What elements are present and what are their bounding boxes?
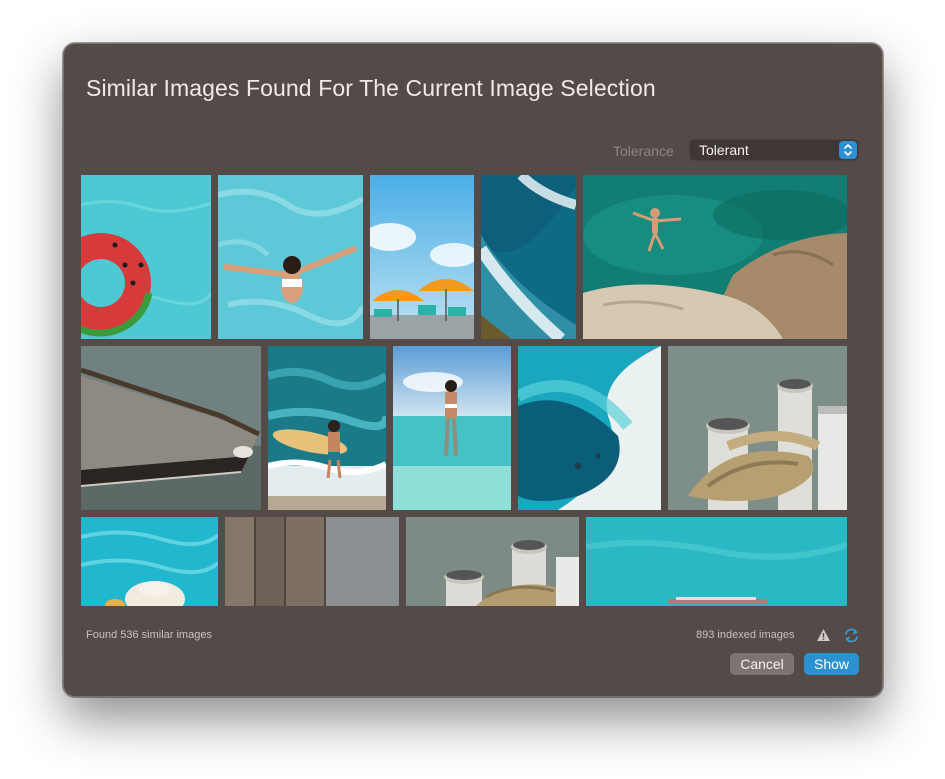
thumbnail-cliff-jumper[interactable] xyxy=(583,175,847,339)
thumbnail-surfer-with-board[interactable] xyxy=(268,346,386,510)
tolerance-select[interactable]: Tolerant xyxy=(689,139,859,161)
results-grid xyxy=(81,175,847,606)
thumbnail-bollard-rope[interactable] xyxy=(668,346,847,510)
thumbnail-aerial-waves[interactable] xyxy=(481,175,576,339)
indexed-count-text: 893 indexed images xyxy=(696,629,795,641)
tolerance-label: Tolerance xyxy=(613,143,674,159)
dialog-title: Similar Images Found For The Current Ima… xyxy=(86,75,656,101)
show-button[interactable]: Show xyxy=(804,653,859,675)
thumbnail-swim-ring-water[interactable] xyxy=(81,175,211,339)
tolerance-value: Tolerant xyxy=(699,142,749,158)
thumbnail-bollard-rope-2[interactable] xyxy=(406,517,579,606)
chevron-updown-icon xyxy=(839,141,857,159)
thumbnail-woman-in-sea[interactable] xyxy=(393,346,511,510)
thumbnail-turquoise-water-boat[interactable] xyxy=(586,517,847,606)
similar-images-dialog: Similar Images Found For The Current Ima… xyxy=(63,43,883,697)
found-count-text: Found 536 similar images xyxy=(86,629,212,641)
thumbnail-woman-floating-pool[interactable] xyxy=(218,175,363,339)
thumbnail-wooden-boat[interactable] xyxy=(81,346,261,510)
cancel-button[interactable]: Cancel xyxy=(730,653,794,675)
thumbnail-wooden-planks[interactable] xyxy=(225,517,399,606)
warning-icon[interactable] xyxy=(816,628,831,642)
refresh-icon[interactable] xyxy=(843,627,860,644)
thumbnail-beach-umbrellas[interactable] xyxy=(370,175,474,339)
thumbnail-aerial-lagoon[interactable] xyxy=(518,346,661,510)
thumbnail-hat-in-pool[interactable] xyxy=(81,517,218,606)
